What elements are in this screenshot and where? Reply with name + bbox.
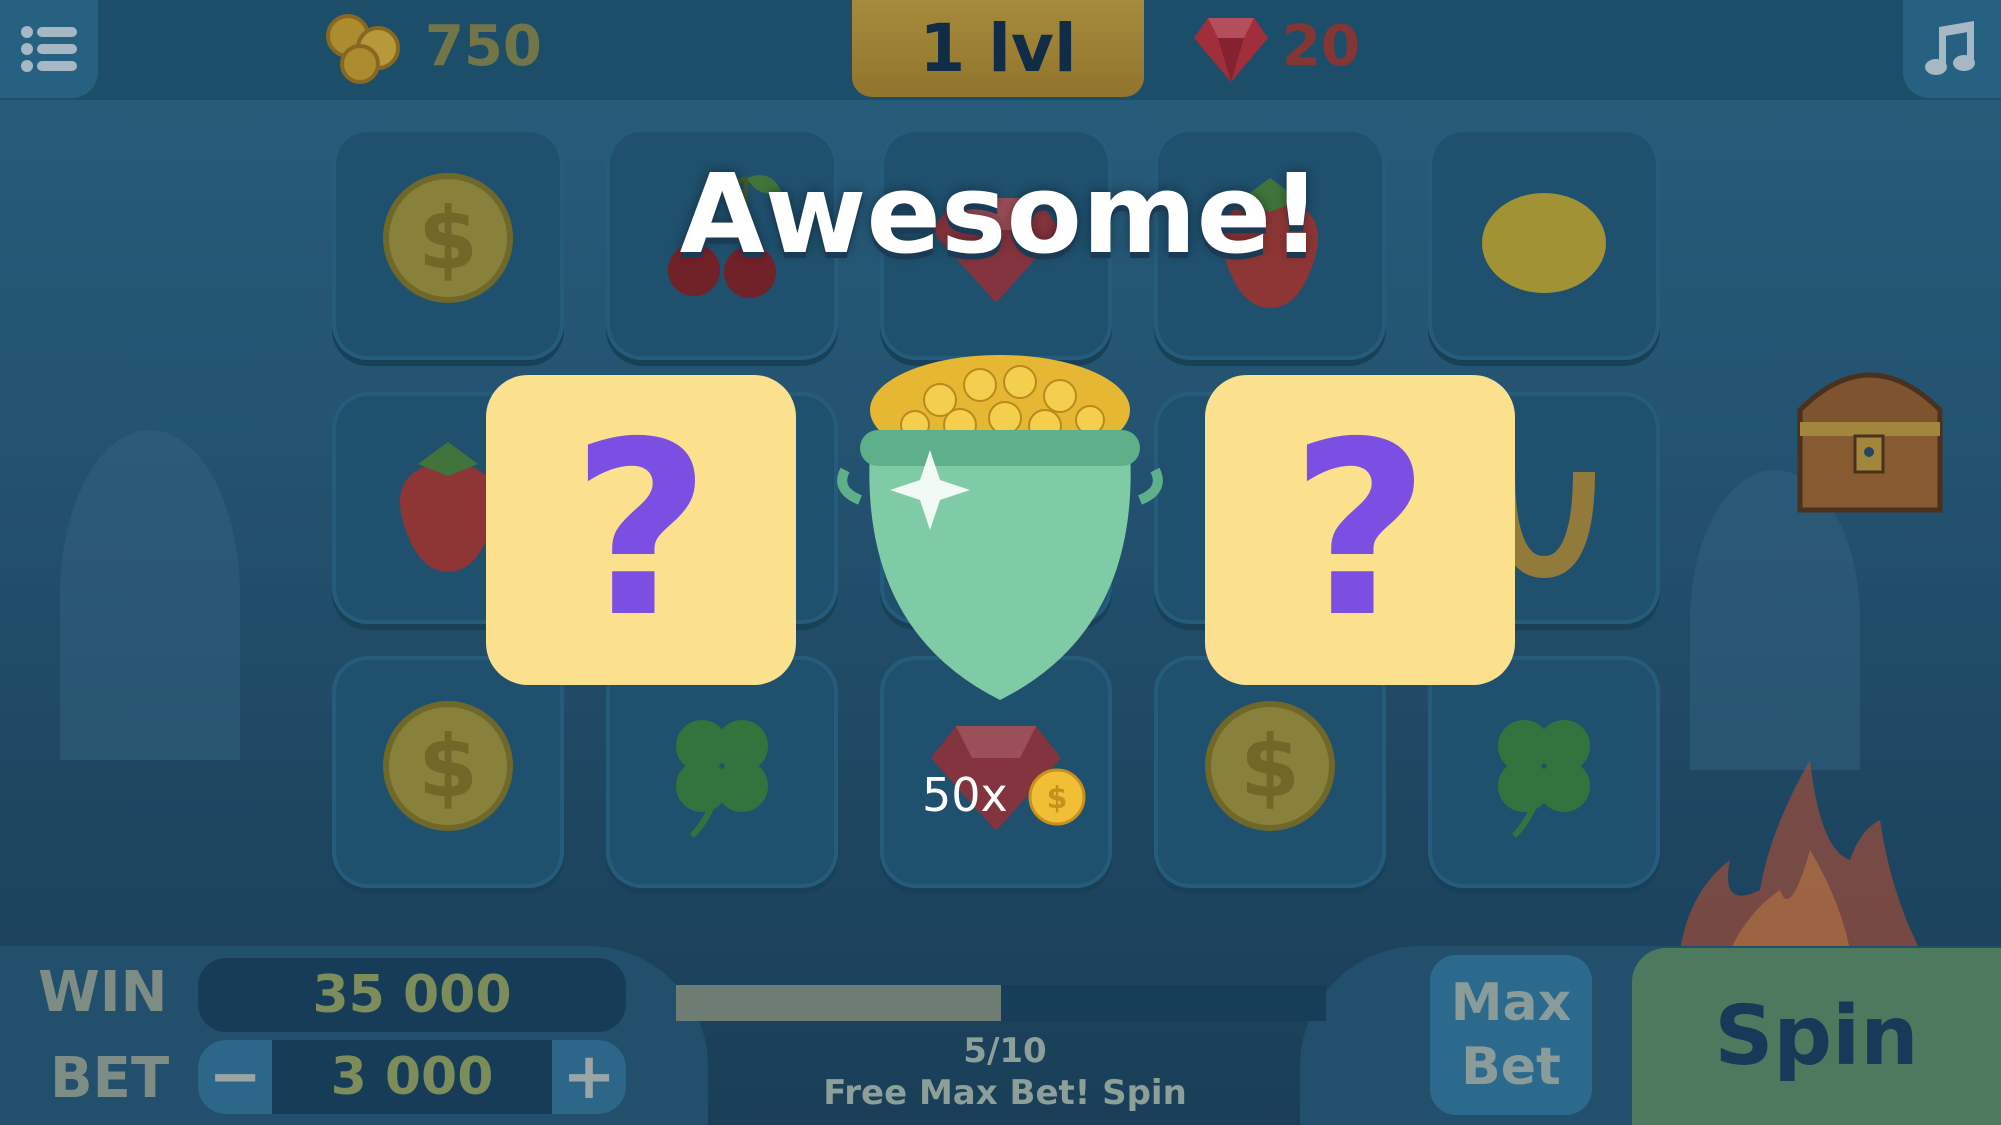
coin-icon: $ <box>1028 768 1086 826</box>
popup-title: Awesome! <box>679 150 1322 278</box>
pot-of-gold-icon <box>837 355 1163 700</box>
max-bet-label-2: Bet <box>1461 1037 1561 1097</box>
bet-value: 3 000 <box>330 1047 494 1107</box>
max-bet-label-1: Max <box>1450 973 1572 1033</box>
bet-decrease-button[interactable]: − <box>198 1040 272 1114</box>
question-mark-right: ? <box>1290 390 1430 670</box>
win-value: 35 000 <box>312 965 512 1025</box>
question-mark-left: ? <box>571 390 711 670</box>
bet-label: BET <box>50 1046 170 1111</box>
max-bet-button[interactable]: Max Bet <box>1430 955 1592 1115</box>
mystery-card-left[interactable]: ? <box>486 375 796 685</box>
spin-label: Spin <box>1714 989 1919 1084</box>
progress-count: 5/10 <box>963 1031 1047 1071</box>
win-display: 35 000 <box>198 958 626 1032</box>
win-label: WIN <box>38 960 168 1025</box>
reward-multiplier: 50x <box>922 768 1008 822</box>
free-spin-progress-fill <box>676 985 1001 1021</box>
svg-text:$: $ <box>1047 781 1068 816</box>
free-spin-progress-text: 5/10 Free Max Bet! Spin <box>700 1030 1310 1114</box>
progress-caption: Free Max Bet! Spin <box>823 1073 1187 1113</box>
mystery-card-right[interactable]: ? <box>1205 375 1515 685</box>
spin-button[interactable]: Spin <box>1632 948 2001 1125</box>
bet-increase-button[interactable]: + <box>552 1040 626 1114</box>
